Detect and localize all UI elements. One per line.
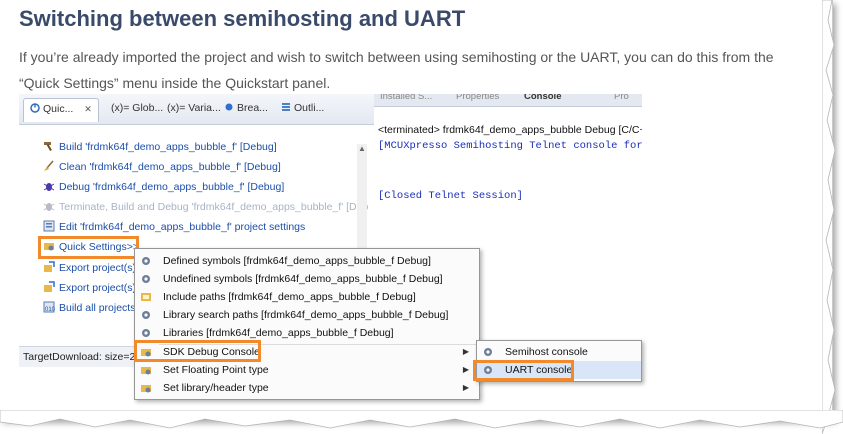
gear-icon — [142, 311, 150, 319]
page-title: Switching between semihosting and UART — [19, 6, 466, 31]
bug-icon — [43, 183, 55, 191]
hammer-icon — [44, 142, 52, 151]
export-icon — [44, 261, 55, 272]
tab-global-variables-label: (x)= Glob... — [111, 102, 164, 114]
menu-item-label: Defined symbols [frdmk64f_demo_apps_bubb… — [163, 255, 431, 267]
menu-item-label: Include paths [frdmk64f_demo_apps_bubble… — [163, 291, 416, 303]
quickstart-item-clean[interactable]: Clean 'frdmk64f_demo_apps_bubble_f' [Deb… — [43, 158, 281, 176]
gear-icon — [142, 329, 150, 337]
quickstart-item-label: Edit 'frdmk64f_demo_apps_bubble_f' proje… — [59, 221, 306, 233]
quickstart-item-build[interactable]: Build 'frdmk64f_demo_apps_bubble_f' [Deb… — [43, 138, 277, 156]
menu-item-defined-symbols[interactable]: Defined symbols [frdmk64f_demo_apps_bubb… — [135, 252, 479, 270]
export-icon — [44, 281, 55, 292]
scroll-up-icon[interactable]: ▲ — [357, 144, 367, 154]
quickstart-item-debug[interactable]: Debug 'frdmk64f_demo_apps_bubble_f' [Deb… — [43, 178, 284, 196]
bug-icon — [43, 203, 55, 211]
menu-item-label: Set Floating Point type — [163, 364, 269, 376]
tab-breakpoints-label: Brea... — [237, 102, 268, 114]
menu-item-undefined-symbols[interactable]: Undefined symbols [frdmk64f_demo_apps_bu… — [135, 270, 479, 288]
quickstart-item-export-2[interactable]: Export project(s) — [43, 279, 136, 297]
quickstart-item-label: Export project(s) — [59, 262, 137, 274]
menu-item-library-header-type[interactable]: Set library/header type ▶ — [135, 379, 479, 397]
tab-quickstart-label: Quic... — [43, 103, 74, 115]
tab-properties[interactable]: Properties — [456, 94, 499, 102]
tab-quickstart[interactable]: Quic... ✕ — [23, 98, 99, 122]
quickstart-item-label: Build all projects — [59, 302, 136, 314]
menu-item-label: Undefined symbols [frdmk64f_demo_apps_bu… — [163, 273, 443, 285]
quickstart-icon — [30, 103, 40, 113]
menu-item-label: Set library/header type — [163, 382, 269, 394]
submenu-item-semihost-console[interactable]: Semihost console — [477, 343, 641, 361]
torn-edge-bottom — [0, 410, 843, 429]
quickstart-item-label: Export project(s) — [59, 282, 137, 294]
console-terminated-label: <terminated> frdmk64f_demo_apps_bubble D… — [378, 124, 642, 136]
submenu-arrow-icon: ▶ — [462, 347, 469, 356]
broom-icon — [44, 160, 54, 171]
quickstart-item-label: Terminate, Build and Debug 'frdmk64f_dem… — [59, 201, 369, 213]
quickstart-item-terminate-build-debug[interactable]: Terminate, Build and Debug 'frdmk64f_dem… — [43, 198, 368, 216]
tab-breakpoints[interactable]: Brea... — [224, 102, 268, 114]
sdk-debug-console-highlight — [134, 340, 261, 362]
submenu-arrow-icon: ▶ — [462, 365, 469, 374]
console-line-2: [Closed Telnet Session] — [378, 190, 523, 202]
menu-item-library-search-paths[interactable]: Library search paths [frdmk64f_demo_apps… — [135, 306, 479, 324]
menu-item-include-paths[interactable]: Include paths [frdmk64f_demo_apps_bubble… — [135, 288, 479, 306]
tab-console[interactable]: Console — [524, 94, 561, 102]
paragraph-line-2: “Quick Settings” menu inside the Quickst… — [19, 75, 331, 91]
quickstart-item-build-all[interactable]: 010 Build all projects — [43, 299, 135, 317]
breakpoint-icon — [225, 103, 233, 111]
tab-problems[interactable]: Pro — [614, 94, 629, 102]
submenu-item-label: Semihost console — [505, 346, 588, 358]
include-icon — [141, 293, 151, 301]
tab-outline-label: Outli... — [294, 102, 325, 114]
quick-settings-menu: Defined symbols [frdmk64f_demo_apps_bubb… — [134, 248, 480, 400]
view-tab-bar: Quic... ✕ (x)= Glob... (x)= Varia... Bre… — [19, 94, 374, 125]
gear-icon — [484, 348, 492, 356]
outline-icon — [282, 103, 290, 111]
quickstart-item-label: Build 'frdmk64f_demo_apps_bubble_f' [Deb… — [59, 141, 277, 153]
menu-item-floating-point[interactable]: Set Floating Point type ▶ — [135, 361, 479, 379]
intro-paragraph: If you’re already imported the project a… — [19, 44, 819, 96]
gear-icon — [142, 257, 150, 265]
folder-gear-icon — [141, 385, 151, 393]
uart-console-highlight — [473, 360, 574, 381]
tab-variables[interactable]: (x)= Varia... — [167, 102, 221, 114]
build-all-icon: 010 — [43, 301, 55, 313]
tab-global-variables[interactable]: (x)= Glob... — [111, 102, 163, 114]
quickstart-item-label: Debug 'frdmk64f_demo_apps_bubble_f' [Deb… — [59, 181, 285, 193]
quick-settings-highlight — [38, 236, 139, 259]
tab-installed-sdks[interactable]: Installed S... — [380, 94, 432, 102]
quickstart-item-export-1[interactable]: Export project(s) — [43, 259, 136, 277]
tab-outline[interactable]: Outli... — [281, 102, 324, 114]
gear-icon — [142, 275, 150, 283]
tab-variables-label: (x)= Varia... — [167, 102, 221, 114]
paragraph-line-1: If you’re already imported the project a… — [19, 49, 774, 65]
quickstart-item-label: Clean 'frdmk64f_demo_apps_bubble_f' [Deb… — [59, 161, 281, 173]
folder-gear-icon — [141, 367, 151, 375]
console-tab-bar: Installed S... Properties Console Pro — [374, 94, 642, 107]
tab-close-icon[interactable]: ✕ — [84, 104, 92, 114]
settings-icon — [43, 220, 55, 232]
svg-text:010: 010 — [45, 307, 55, 313]
quickstart-item-edit-settings[interactable]: Edit 'frdmk64f_demo_apps_bubble_f' proje… — [43, 218, 305, 236]
submenu-arrow-icon: ▶ — [462, 383, 469, 392]
torn-edge-right — [822, 0, 836, 434]
menu-item-label: Library search paths [frdmk64f_demo_apps… — [163, 309, 449, 321]
console-line-1: [MCUXpresso Semihosting Telnet console f… — [378, 140, 642, 152]
